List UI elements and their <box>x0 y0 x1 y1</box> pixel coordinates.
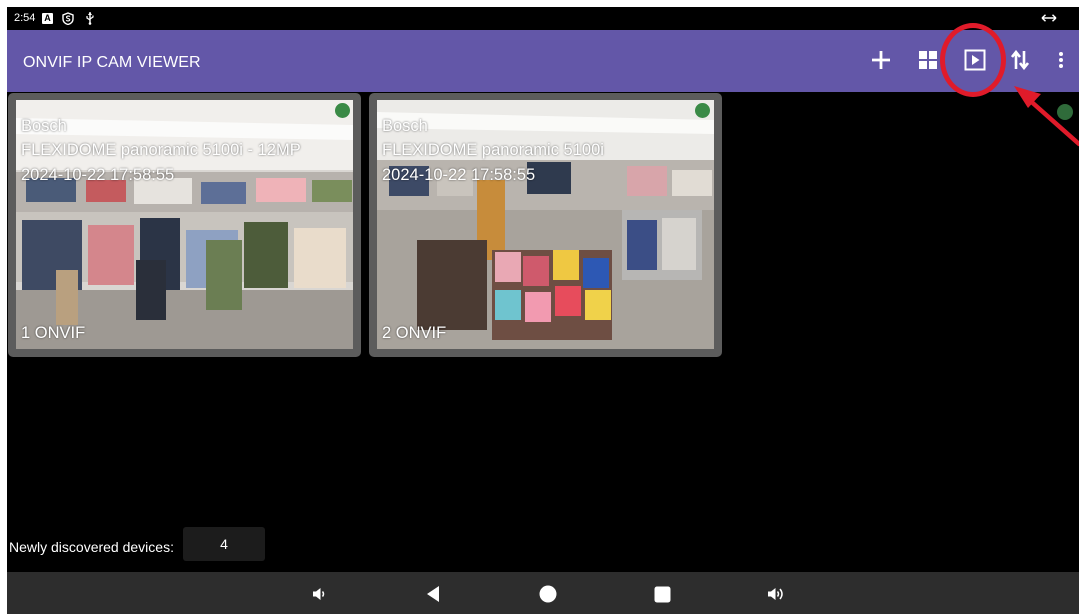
online-status-indicator <box>695 103 710 118</box>
status-time: 2:54 <box>14 12 36 24</box>
accessibility-a-icon: A <box>42 13 53 24</box>
camera-feed-image-1[interactable] <box>16 100 353 349</box>
camera-label: 1 ONVIF <box>21 324 86 342</box>
sort-button[interactable] <box>1002 42 1038 78</box>
recents-button[interactable] <box>649 581 675 607</box>
volume-up-icon <box>768 588 783 600</box>
home-button[interactable] <box>535 581 561 607</box>
camera-card-1[interactable]: Bosch FLEXIDOME panoramic 5100i - 12MP 2… <box>8 93 361 357</box>
play-icon <box>964 49 986 71</box>
play-sequence-button[interactable] <box>957 42 993 78</box>
back-icon <box>427 586 439 602</box>
camera-card-2[interactable]: Bosch FLEXIDOME panoramic 5100i 2024-10-… <box>369 93 722 357</box>
sort-icon <box>1011 50 1029 70</box>
back-button[interactable] <box>420 581 446 607</box>
status-bar: 2:54 A <box>7 7 1079 30</box>
grid-layout-button[interactable] <box>910 42 946 78</box>
camera-brand: Bosch <box>21 117 67 135</box>
camera-timestamp: 2024-10-22 17:58:55 <box>21 166 175 184</box>
discovered-devices-count-button[interactable]: 4 <box>183 527 265 561</box>
camera-label: 2 ONVIF <box>382 324 447 342</box>
navigation-bar <box>7 572 1079 614</box>
status-indicator-dot <box>1057 104 1073 120</box>
volume-down-button[interactable] <box>306 581 332 607</box>
app-bar: ONVIF IP CAM VIEWER <box>7 30 1079 92</box>
usb-icon <box>85 11 95 25</box>
camera-feed-image-2[interactable] <box>377 100 714 349</box>
online-status-indicator <box>335 103 350 118</box>
more-options-button[interactable] <box>1043 42 1079 78</box>
device-screen: 2:54 A ONVIF IP CAM VIEWER Bosch FLEXIDO… <box>7 7 1079 614</box>
resize-arrows-icon <box>1041 11 1057 25</box>
more-vert-icon <box>1059 52 1063 68</box>
volume-up-button[interactable] <box>764 581 790 607</box>
shield-s-icon <box>62 11 74 25</box>
discovered-devices-label: Newly discovered devices: <box>9 539 174 555</box>
add-camera-button[interactable] <box>863 42 899 78</box>
grid-icon <box>919 51 937 69</box>
camera-brand: Bosch <box>382 117 428 135</box>
home-icon <box>539 585 557 603</box>
add-icon <box>872 51 890 69</box>
volume-down-icon <box>313 588 325 600</box>
camera-model: FLEXIDOME panoramic 5100i <box>382 141 604 159</box>
recents-icon <box>654 586 670 602</box>
camera-model: FLEXIDOME panoramic 5100i - 12MP <box>21 141 301 159</box>
app-title: ONVIF IP CAM VIEWER <box>23 54 201 71</box>
camera-timestamp: 2024-10-22 17:58:55 <box>382 166 536 184</box>
